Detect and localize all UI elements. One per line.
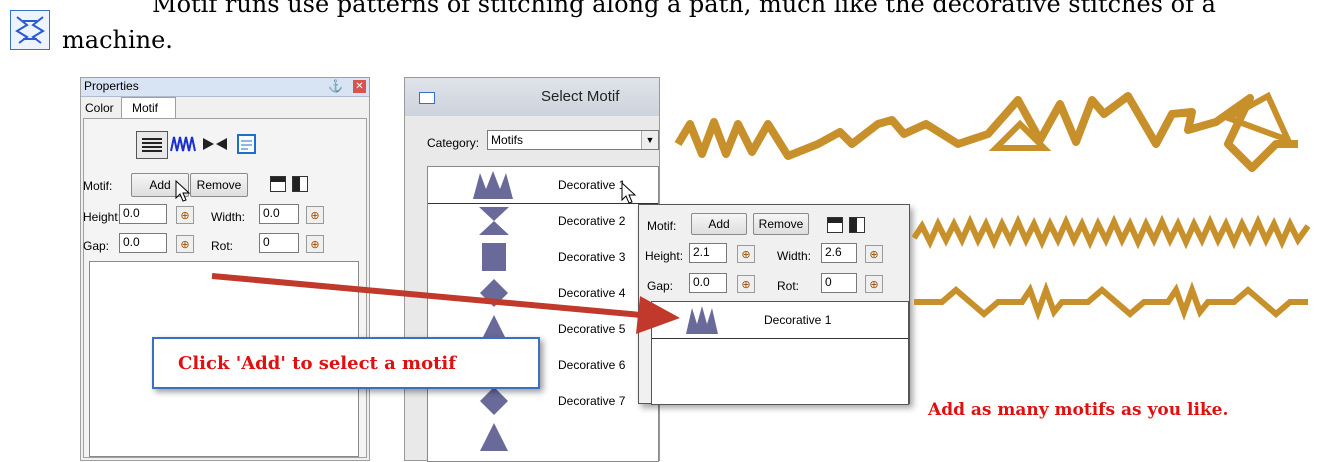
width-field[interactable]: 0.0 bbox=[259, 204, 299, 224]
motif-preview-icon bbox=[480, 423, 508, 451]
motif-run-icon bbox=[10, 10, 50, 50]
note-motif-button[interactable] bbox=[232, 131, 262, 157]
zoom-gap-spinner[interactable]: ⊕ bbox=[737, 275, 755, 293]
callout-click-add-text: Click 'Add' to select a motif bbox=[178, 353, 457, 374]
doc-text-line1: Motif runs use patterns of stitching alo… bbox=[152, 0, 1216, 18]
zoom-rot-spinner[interactable]: ⊕ bbox=[865, 275, 883, 293]
width-spinner[interactable]: ⊕ bbox=[306, 206, 324, 224]
zoom-height-spinner[interactable]: ⊕ bbox=[737, 245, 755, 263]
motif-preview-icon bbox=[479, 207, 509, 235]
stitch-sample-large bbox=[674, 91, 1298, 172]
chevron-down-icon[interactable]: ▼ bbox=[641, 131, 658, 149]
mouse-cursor-icon bbox=[621, 182, 637, 204]
category-label: Category: bbox=[427, 136, 480, 150]
view-one-button[interactable] bbox=[270, 176, 286, 192]
width-label: Width: bbox=[211, 210, 246, 224]
category-select[interactable]: Motifs ▼ bbox=[487, 130, 659, 150]
list-item-label: Decorative 1 bbox=[558, 178, 626, 192]
zoom-view-one-button[interactable] bbox=[827, 217, 843, 233]
properties-title-bar: Properties ⚓ ✕ bbox=[81, 78, 369, 97]
list-item-label: Decorative 6 bbox=[558, 358, 626, 372]
zigzag-motif-button[interactable] bbox=[168, 131, 198, 157]
callout-click-add: Click 'Add' to select a motif bbox=[152, 337, 540, 389]
zoom-add-button[interactable]: Add bbox=[691, 213, 747, 235]
pin-icon[interactable]: ⚓ bbox=[328, 79, 343, 93]
list-item-label: Decorative 1 bbox=[764, 313, 832, 327]
zoom-remove-button[interactable]: Remove bbox=[753, 213, 809, 235]
stitch-sample-medium bbox=[912, 214, 1311, 250]
tab-motif-label: Motif bbox=[132, 101, 159, 115]
tab-motif[interactable]: Motif bbox=[121, 97, 176, 119]
close-icon[interactable]: ✕ bbox=[353, 80, 366, 93]
zoom-motif-label: Motif: bbox=[647, 219, 677, 233]
remove-button[interactable]: Remove bbox=[190, 173, 248, 197]
list-item-label: Decorative 7 bbox=[558, 394, 626, 408]
select-motif-title-bar: Select Motif bbox=[405, 78, 659, 116]
bowtie-motif-button[interactable] bbox=[200, 131, 230, 157]
list-item[interactable]: Decorative 2 bbox=[428, 203, 658, 239]
satin-motif-button[interactable] bbox=[136, 131, 168, 159]
motif-label: Motif: bbox=[83, 179, 113, 193]
stitch-sample-small bbox=[914, 282, 1308, 321]
zoom-width-spinner[interactable]: ⊕ bbox=[865, 245, 883, 263]
gap-label: Gap: bbox=[83, 239, 110, 253]
zoom-rot-field[interactable]: 0 bbox=[821, 273, 857, 293]
height-label: Height: bbox=[83, 210, 122, 224]
gap-spinner[interactable]: ⊕ bbox=[176, 235, 194, 253]
doc-text-line2: machine. bbox=[62, 26, 173, 54]
zoom-view-two-button[interactable] bbox=[849, 217, 865, 233]
zoom-width-field[interactable]: 2.6 bbox=[821, 243, 857, 263]
zoom-rot-label: Rot: bbox=[777, 279, 800, 293]
motif-preview-icon bbox=[473, 171, 513, 199]
height-field[interactable]: 0.0 bbox=[119, 204, 167, 224]
height-spinner[interactable]: ⊕ bbox=[176, 206, 194, 224]
rot-spinner[interactable]: ⊕ bbox=[306, 235, 324, 253]
tab-color[interactable]: Color bbox=[85, 101, 114, 115]
rot-label: Rot: bbox=[211, 239, 234, 253]
list-item[interactable] bbox=[428, 419, 658, 455]
rot-field[interactable]: 0 bbox=[259, 233, 299, 253]
zoom-width-label: Width: bbox=[777, 249, 812, 263]
dialog-app-icon bbox=[419, 92, 435, 104]
callout-add-many: Add as many motifs as you like. bbox=[928, 400, 1229, 420]
category-value: Motifs bbox=[491, 133, 524, 147]
properties-title: Properties bbox=[84, 79, 139, 93]
gap-field[interactable]: 0.0 bbox=[119, 233, 167, 253]
pointer-arrow bbox=[211, 273, 680, 334]
list-item-label: Decorative 2 bbox=[558, 214, 626, 228]
mouse-cursor-icon bbox=[175, 180, 191, 202]
motif-preview-icon bbox=[480, 387, 508, 415]
select-motif-title: Select Motif bbox=[541, 88, 620, 105]
view-two-button[interactable] bbox=[292, 176, 308, 192]
